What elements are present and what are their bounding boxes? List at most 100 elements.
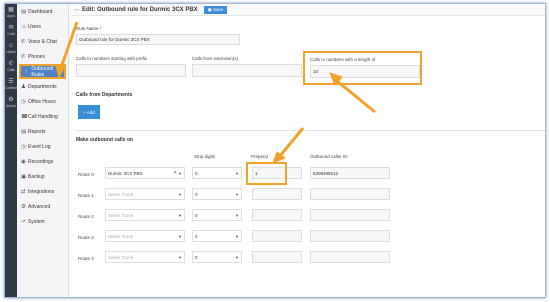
record-icon: ◉ xyxy=(21,158,26,165)
trunk-select[interactable]: Select Trunk ▼ xyxy=(105,209,185,221)
caller-id-input[interactable] xyxy=(310,209,390,221)
trunk-select[interactable]: Select Trunk ▼ xyxy=(105,230,185,242)
strip-value: 0 xyxy=(195,191,198,197)
route-label: Route 2 xyxy=(78,214,94,219)
extension-label: Calls from extension(s) xyxy=(192,56,239,61)
sidebar-item-office-hours[interactable]: ◷ Office Hours xyxy=(17,94,68,109)
back-arrow-icon[interactable]: ← xyxy=(74,6,82,13)
prefix-label: Calls to numbers starting with prefix xyxy=(76,56,148,61)
caller-id-input[interactable] xyxy=(310,188,390,200)
extension-input[interactable] xyxy=(192,64,302,77)
sidebar-item-label: Advanced xyxy=(28,203,51,210)
integrations-icon: ⇄ xyxy=(21,188,26,195)
prepend-input[interactable] xyxy=(252,209,302,221)
sidebar-item-label: Departments xyxy=(28,83,57,90)
chevron-down-icon: ▼ xyxy=(235,212,239,218)
chevron-down-icon: ▼ xyxy=(178,254,182,260)
save-button[interactable]: ▣ Save xyxy=(203,5,228,14)
prepend-input[interactable] xyxy=(252,230,302,242)
iconbar-label: Apps xyxy=(7,14,15,18)
length-highlight xyxy=(303,51,422,85)
caller-id-input[interactable]: 6309489212 xyxy=(310,167,390,179)
book-icon[interactable]: ☰ Contacts xyxy=(5,76,19,94)
sidebar-item-label: Phones xyxy=(28,53,45,60)
strip-digits-select[interactable]: 0 ▼ xyxy=(192,230,242,242)
trunk-select[interactable]: Select Trunk ▼ xyxy=(105,251,185,263)
apps-icon[interactable]: ▦ Apps xyxy=(5,4,17,22)
system-icon: ⬏ xyxy=(21,218,26,225)
chevron-down-icon: ▼ xyxy=(178,212,182,218)
strip-digits-select[interactable]: 0 ▼ xyxy=(192,251,242,263)
sidebar-item-voice-chat[interactable]: ✆ Voice & Chat xyxy=(17,34,68,49)
sidebar-item-system[interactable]: ⬏ System xyxy=(17,214,68,229)
page-title: Edit: Outbound rule for Durmic 3CX PBX xyxy=(82,6,198,13)
sidebar-item-label: Dashboard xyxy=(28,8,53,15)
sidebar-item-outbound-rules[interactable]: ↑ Outbound Rules xyxy=(19,64,66,79)
clear-icon[interactable]: ✕ xyxy=(173,170,177,176)
clock-icon: ◷ xyxy=(21,143,26,150)
sidebar-item-reports[interactable]: ▤ Reports xyxy=(17,124,68,139)
trunk-value: Select Trunk xyxy=(108,254,134,260)
sidebar-item-backup[interactable]: ▣ Backup xyxy=(17,169,68,184)
caller-id-input[interactable] xyxy=(310,251,390,263)
departments-heading: Calls from Departments xyxy=(76,92,133,98)
gear-icon[interactable]: ⚙ Admin xyxy=(5,94,17,112)
chevron-down-icon: ▼ xyxy=(178,170,182,176)
iconbar-label: Calls xyxy=(7,68,15,72)
save-icon: ▣ xyxy=(207,6,212,12)
trunk-value: Select Trunk xyxy=(108,191,134,197)
sidebar-item-call-handling[interactable]: ☎ Call Handling xyxy=(17,109,68,124)
header-bar: ← Edit: Outbound rule for Durmic 3CX PBX… xyxy=(70,4,545,16)
strip-digits-header: Strip digits xyxy=(194,154,216,159)
chevron-down-icon: ▼ xyxy=(235,233,239,239)
people-icon[interactable]: ☺ Users xyxy=(5,40,17,58)
sidebar-item-label: Users xyxy=(28,23,42,30)
reports-icon: ▤ xyxy=(21,128,27,135)
clock-icon: ◷ xyxy=(21,98,26,105)
sidebar-item-dashboard[interactable]: ▤ Dashboard xyxy=(17,4,68,19)
main-content: ← Edit: Outbound rule for Durmic 3CX PBX… xyxy=(70,4,545,297)
trunk-select[interactable]: Select Trunk ▼ xyxy=(105,188,185,200)
chevron-down-icon: ▼ xyxy=(235,170,239,176)
prefix-input[interactable] xyxy=(76,64,186,77)
iconbar-label: Chat xyxy=(7,32,15,36)
sidebar-item-integrations[interactable]: ⇄ Integrations xyxy=(17,184,68,199)
sidebar-item-recordings[interactable]: ◉ Recordings xyxy=(17,154,68,169)
strip-digits-select[interactable]: 0 ▼ xyxy=(192,209,242,221)
icon-bar: ▦ Apps ✉ Chat ☺ Users ✆ Calls ☰ Contacts ⚙ Adm… xyxy=(5,4,19,297)
sidebar-item-advanced[interactable]: ⚙ Advanced xyxy=(17,199,68,214)
sidebar-item-users[interactable]: ☺ Users xyxy=(17,19,68,34)
sidebar-item-label: Outbound Rules xyxy=(31,65,54,78)
chat-icon[interactable]: ✉ Chat xyxy=(5,22,17,40)
rule-name-input[interactable]: Outbound rule for Durmic 3CX PBX xyxy=(76,34,240,45)
trunk-select[interactable]: Durmic 3CX PBX ✕ ▼ xyxy=(105,167,185,179)
iconbar-label: Users xyxy=(6,50,16,54)
strip-digits-select[interactable]: 0 ▼ xyxy=(192,188,242,200)
add-department-button[interactable]: + Add xyxy=(78,105,100,119)
strip-value: 0 xyxy=(195,233,198,239)
strip-value: 0 xyxy=(195,254,198,260)
sidebar-item-phones[interactable]: ✆ Phones xyxy=(17,49,68,64)
users-icon: ☺ xyxy=(21,23,27,30)
route-label: Route 1 xyxy=(78,193,94,198)
sidebar-item-label: Reports xyxy=(28,128,46,135)
phone-icon: ✆ xyxy=(21,38,26,45)
phone-icon[interactable]: ✆ Calls xyxy=(5,58,17,76)
phone-icon: ✆ xyxy=(21,53,26,60)
sidebar-item-label: Backup xyxy=(28,173,45,180)
sidebar-item-label: Recordings xyxy=(28,158,54,165)
strip-value: 0 xyxy=(195,212,198,218)
trunk-value: Select Trunk xyxy=(108,233,134,239)
sidebar-item-event-log[interactable]: ◷ Event Log xyxy=(17,139,68,154)
backup-icon: ▣ xyxy=(21,173,27,180)
strip-digits-select[interactable]: 0 ▼ xyxy=(192,167,242,179)
rule-name-value: Outbound rule for Durmic 3CX PBX xyxy=(79,37,150,42)
trunk-value: Durmic 3CX PBX xyxy=(108,170,143,176)
prepend-input[interactable] xyxy=(252,188,302,200)
prepend-highlight xyxy=(246,162,287,185)
sidebar-item-departments[interactable]: ♟ Departments xyxy=(17,79,68,94)
chevron-down-icon: ▼ xyxy=(178,191,182,197)
prepend-input[interactable] xyxy=(252,251,302,263)
sidebar-item-label: Integrations xyxy=(28,188,55,195)
caller-id-input[interactable] xyxy=(310,230,390,242)
